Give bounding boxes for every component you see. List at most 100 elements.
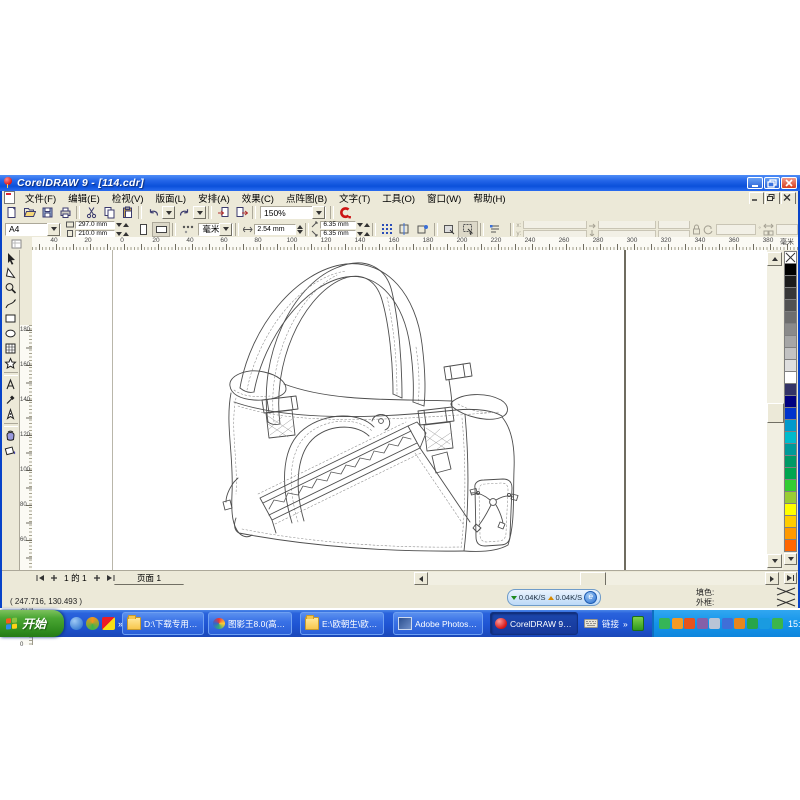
paper-height-up[interactable] [123,232,129,236]
menu-item-1[interactable]: 编辑(E) [62,191,106,205]
pick-tool[interactable] [3,251,19,266]
units-combo[interactable]: 毫米 [198,223,233,236]
nudge-field[interactable]: 2.54 mm [254,224,296,235]
add-page-before-button[interactable] [47,572,60,584]
toolbar-dropdown-button[interactable] [162,206,175,219]
language-bar-icon[interactable] [584,619,598,628]
network-speed-indicator[interactable]: 0.04K/S 0.04K/S e [507,589,601,606]
fetion-tray-icon[interactable] [659,618,670,629]
interactive-fill-tool[interactable] [3,443,19,458]
graph-paper-tool[interactable] [3,341,19,356]
import-button[interactable] [214,205,232,220]
vscroll-thumb[interactable] [767,403,784,423]
hscroll-thumb[interactable] [580,572,606,586]
gray-app-tray-icon[interactable] [709,618,720,629]
scroll-up-button[interactable] [767,252,782,266]
menu-item-9[interactable]: 窗口(W) [421,191,467,205]
page-tab[interactable]: 页面 1 [114,571,184,585]
menu-item-2[interactable]: 检视(V) [106,191,150,205]
units-dropdown[interactable] [219,223,232,236]
scroll-down-button[interactable] [767,554,782,568]
task-button-0[interactable]: D:\下载专用\Tysc... [122,612,204,635]
drawing-canvas[interactable] [32,250,767,570]
blue-globe-tray-icon[interactable] [759,618,770,629]
nudge-up[interactable] [297,225,303,229]
paper-type-combo[interactable]: A4 [5,223,61,236]
save-button[interactable] [38,205,56,220]
close-button[interactable] [781,177,797,189]
open-button[interactable] [20,205,38,220]
text-tool[interactable] [3,377,19,392]
download-app-tray-icon[interactable] [734,618,745,629]
color-swatch-23[interactable] [784,539,797,552]
handbag-drawing[interactable] [212,252,552,570]
add-page-after-button[interactable] [91,572,104,584]
document-icon[interactable] [4,191,15,204]
no-color-swatch[interactable] [784,251,797,264]
menu-item-7[interactable]: 文字(T) [333,191,376,205]
toolbar-dropdown-button[interactable] [193,206,206,219]
qq-2-tray-icon[interactable] [684,618,695,629]
task-button-3[interactable]: Adobe Photoshop [393,612,483,635]
links-chevron[interactable]: » [623,619,628,629]
landscape-button[interactable] [152,222,170,237]
zoom-levels-combo[interactable]: 150% [260,206,326,219]
rectangle-tool[interactable] [3,311,19,326]
nudge-down[interactable] [297,230,303,234]
node-options-button[interactable] [486,222,504,237]
copy-button[interactable] [100,205,118,220]
palette-end-button[interactable] [784,572,797,584]
hscroll-right-button[interactable] [765,572,779,585]
menu-item-6[interactable]: 点阵图(B) [280,191,333,205]
paper-height-down[interactable] [116,232,122,236]
zoom-dropdown-button[interactable] [312,206,325,219]
title-bar[interactable]: CorelDRAW 9 - [114.cdr] [0,175,800,191]
minimize-button[interactable] [747,177,763,189]
green-sync-tray-icon[interactable] [747,618,758,629]
vertical-scrollbar[interactable] [767,250,783,570]
treat-as-filled-button[interactable] [440,222,458,237]
last-page-button[interactable] [104,572,117,584]
duplicate-x-field[interactable]: 6.35 mm [320,221,356,229]
portrait-button[interactable] [134,222,152,237]
hscroll-left-button[interactable] [414,572,428,585]
paper-width-field[interactable]: 297.0 mm [75,221,115,229]
qq-1-tray-icon[interactable] [672,618,683,629]
set-default-units-icon[interactable] [178,222,196,237]
snap-to-guidelines-button[interactable] [396,222,414,237]
menu-item-8[interactable]: 工具(O) [376,191,421,205]
paper-width-up[interactable] [123,223,129,227]
horizontal-scrollbar[interactable] [428,572,765,585]
menu-item-10[interactable]: 帮助(H) [467,191,511,205]
fill-tool[interactable] [3,428,19,443]
menu-item-4[interactable]: 安排(A) [192,191,236,205]
shape-tool[interactable] [3,266,19,281]
print-button[interactable] [56,205,74,220]
zoom-tool[interactable] [3,281,19,296]
task-button-2[interactable]: E:\欧朝生\欧朝生... [300,612,384,635]
paste-button[interactable] [118,205,136,220]
links-label[interactable]: 链接 [602,618,619,630]
shield-tray-icon[interactable] [772,618,783,629]
task-button-4[interactable]: CorelDRAW 9 - [1... [490,612,578,635]
ellipse-tool[interactable] [3,326,19,341]
menu-item-5[interactable]: 效果(C) [236,191,280,205]
menu-item-3[interactable]: 版面(L) [149,191,192,205]
outline-tool[interactable] [3,407,19,422]
palette-down-button[interactable] [784,553,797,565]
corel-graphics-icon[interactable] [336,205,354,220]
restore-button[interactable] [764,177,780,189]
freehand-tool[interactable] [3,296,19,311]
undo-button[interactable] [144,205,162,220]
horizontal-ruler[interactable]: 4020020406080100120140160180200220240260… [32,237,798,251]
paper-width-down[interactable] [116,223,122,227]
clock[interactable]: 15:12 [788,619,800,629]
ruler-corner[interactable] [2,237,32,251]
menu-item-0[interactable]: 文件(F) [19,191,62,205]
snap-to-objects-button[interactable] [414,222,432,237]
marquee-select-button[interactable] [458,221,478,238]
start-button[interactable]: 开始 [0,610,64,637]
eyedropper-tool[interactable] [3,392,19,407]
cut-button[interactable] [82,205,100,220]
new-button[interactable] [2,205,20,220]
